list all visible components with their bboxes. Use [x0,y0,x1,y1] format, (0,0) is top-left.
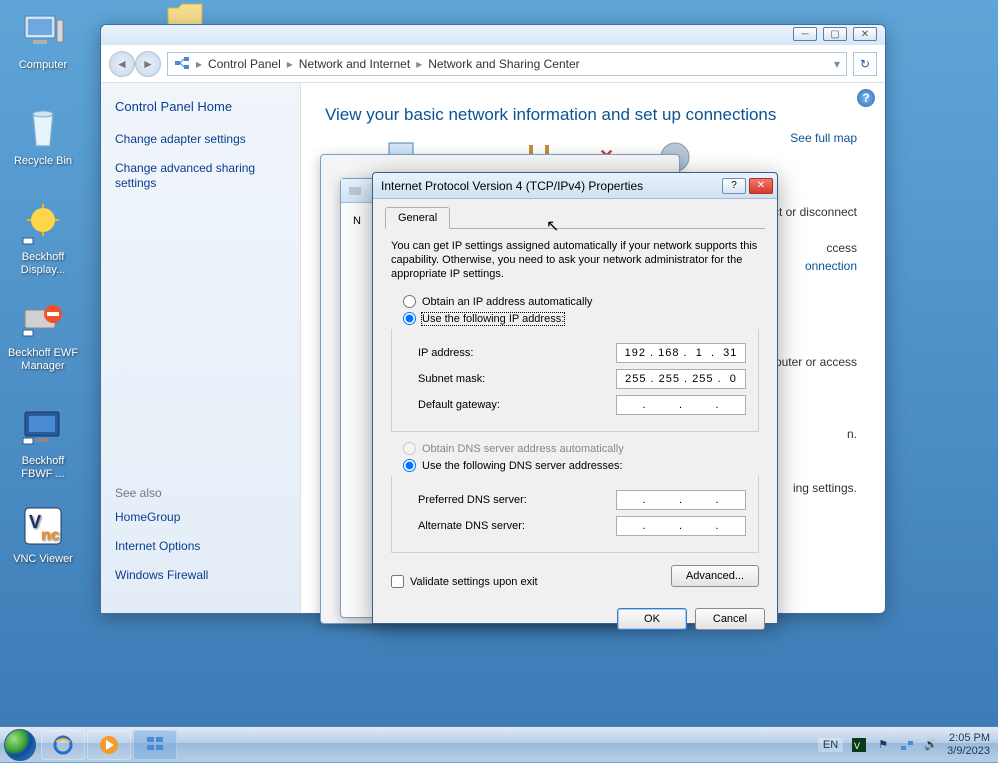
svg-text:V: V [854,741,860,751]
radio-input[interactable] [403,312,416,325]
desktop-icon-label: VNC Viewer [6,553,80,566]
close-button[interactable]: ✕ [749,178,773,194]
ip-fields-group: IP address: Subnet mask: Default gateway… [391,329,759,432]
help-icon[interactable]: ? [857,89,875,107]
svg-text:V: V [29,512,41,532]
radio-use-following-ip[interactable]: Use the following IP address: [403,312,759,325]
radio-obtain-ip-auto[interactable]: Obtain an IP address automatically [403,295,759,308]
partial-text: n. [847,427,857,441]
svg-text:nc: nc [41,527,60,544]
page-title: View your basic network information and … [325,105,861,125]
tab-strip: General [385,207,765,229]
navigation-bar: ◄ ► ▸ Control Panel ▸ Network and Intern… [101,45,885,83]
desktop-icon-beckhoff-display[interactable]: Beckhoff Display... [6,200,80,277]
maximize-button[interactable]: ▢ [823,27,847,41]
radio-obtain-dns-auto: Obtain DNS server address automatically [403,442,759,455]
radio-input [403,442,416,455]
desktop-icon-beckhoff-ewf[interactable]: Beckhoff EWF Manager [6,296,80,373]
minimize-button[interactable]: ─ [793,27,817,41]
recyclebin-icon [19,104,67,152]
alternate-dns-label: Alternate DNS server: [418,520,616,532]
subnet-mask-input[interactable] [616,369,746,389]
taskbar-item-explorer[interactable] [133,730,177,760]
back-button[interactable]: ◄ [109,51,135,77]
taskbar-item-media[interactable] [87,730,131,760]
desktop-icon-beckhoff-fbwf[interactable]: Beckhoff FBWF ... [6,404,80,481]
tray-vnc-icon[interactable]: V [851,737,867,753]
system-tray: EN V ⚑ 🔊 2:05 PM 3/9/2023 [818,732,998,758]
validate-checkbox-row[interactable]: Validate settings upon exit [391,575,538,588]
see-also-label: See also [115,486,286,500]
radio-input[interactable] [403,295,416,308]
desktop-icon-vncviewer[interactable]: Vnc VNC Viewer [6,502,80,566]
start-button[interactable] [0,727,40,763]
desktop-icon-recyclebin[interactable]: Recycle Bin [6,104,80,168]
ok-button[interactable]: OK [617,608,687,630]
cancel-button[interactable]: Cancel [695,608,765,630]
close-button[interactable]: ✕ [853,27,877,41]
drive-block-icon [19,296,67,344]
subnet-mask-label: Subnet mask: [418,373,616,385]
language-indicator[interactable]: EN [818,738,843,752]
sidebar-home[interactable]: Control Panel Home [115,99,286,114]
ip-address-input[interactable] [616,343,746,363]
window-titlebar[interactable]: ─ ▢ ✕ [101,25,885,45]
dialog-description: You can get IP settings assigned automat… [391,239,759,281]
partial-text[interactable]: onnection [805,259,857,273]
address-bar[interactable]: ▸ Control Panel ▸ Network and Internet ▸… [167,52,847,76]
sidebar-link-adapter[interactable]: Change adapter settings [115,132,286,147]
tab-general[interactable]: General [385,207,450,229]
sidebar-seealso-firewall[interactable]: Windows Firewall [115,568,286,583]
partial-text[interactable]: ect or disconnect [766,205,857,219]
ip-address-label: IP address: [418,347,616,359]
forward-button[interactable]: ► [135,51,161,77]
computer-icon [19,8,67,56]
desktop-icon-label: Beckhoff EWF Manager [6,347,80,373]
see-full-map-link[interactable]: See full map [790,131,857,145]
monitor-icon [19,404,67,452]
dialog-title: Internet Protocol Version 4 (TCP/IPv4) P… [381,179,719,193]
taskbar: EN V ⚑ 🔊 2:05 PM 3/9/2023 [0,726,998,762]
desktop-icon-computer[interactable]: Computer [6,8,80,72]
breadcrumb-item[interactable]: Network and Internet [299,57,410,71]
radio-use-following-dns[interactable]: Use the following DNS server addresses: [403,459,759,472]
validate-checkbox[interactable] [391,575,404,588]
desktop-icon-label: Beckhoff Display... [6,251,80,277]
preferred-dns-label: Preferred DNS server: [418,494,616,506]
desktop-icon-label: Recycle Bin [6,155,80,168]
ipv4-properties-dialog: Internet Protocol Version 4 (TCP/IPv4) P… [372,172,778,624]
vnc-icon: Vnc [19,502,67,550]
desktop-icon-label: Computer [6,59,80,72]
default-gateway-label: Default gateway: [418,399,616,411]
tray-volume-icon[interactable]: 🔊 [923,737,939,753]
alternate-dns-input[interactable] [616,516,746,536]
help-button[interactable]: ? [722,178,746,194]
partial-text: ing settings. [793,481,857,495]
breadcrumb-item[interactable]: Network and Sharing Center [428,57,579,71]
preferred-dns-input[interactable] [616,490,746,510]
partial-text: ccess [826,241,857,255]
partial-text: router or access [771,355,857,369]
tray-flag-icon[interactable]: ⚑ [875,737,891,753]
clock[interactable]: 2:05 PM 3/9/2023 [947,732,990,758]
sidebar: Control Panel Home Change adapter settin… [101,83,301,613]
default-gateway-input[interactable] [616,395,746,415]
breadcrumb-item[interactable]: Control Panel [208,57,281,71]
sidebar-seealso-internet[interactable]: Internet Options [115,539,286,554]
tray-network-icon[interactable] [899,737,915,753]
refresh-button[interactable]: ↻ [853,52,877,76]
network-icon [174,56,190,72]
sidebar-seealso-homegroup[interactable]: HomeGroup [115,510,286,525]
sidebar-link-sharing[interactable]: Change advanced sharing settings [115,161,286,191]
display-icon [19,200,67,248]
taskbar-item-ie[interactable] [41,730,85,760]
dialog-titlebar[interactable]: Internet Protocol Version 4 (TCP/IPv4) P… [373,173,777,199]
advanced-button[interactable]: Advanced... [671,565,759,587]
dns-fields-group: Preferred DNS server: Alternate DNS serv… [391,476,759,553]
desktop-icon-label: Beckhoff FBWF ... [6,455,80,481]
radio-input[interactable] [403,459,416,472]
